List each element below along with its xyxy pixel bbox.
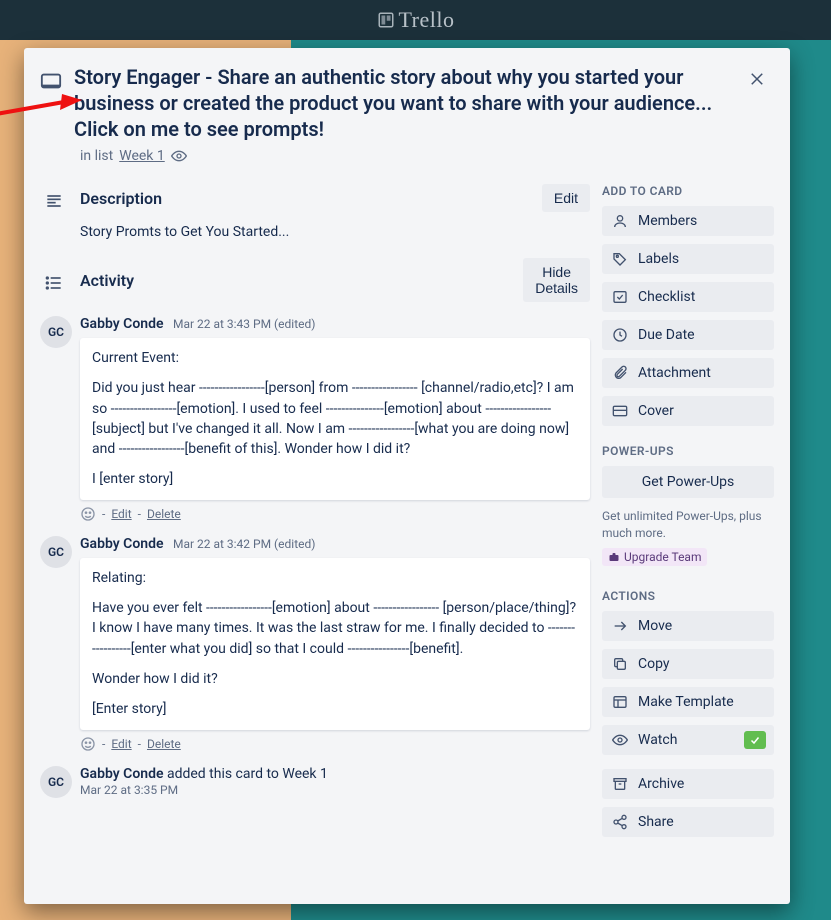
archive-icon (612, 776, 628, 792)
edit-comment-link[interactable]: Edit (111, 737, 131, 751)
description-icon (44, 191, 64, 211)
card-title[interactable]: Story Engager - Share an authentic story… (74, 64, 738, 142)
members-button[interactable]: Members (602, 206, 774, 236)
share-icon (612, 814, 628, 830)
description-text[interactable]: Story Promts to Get You Started... (80, 224, 590, 240)
attachment-button[interactable]: Attachment (602, 358, 774, 388)
delete-comment-link[interactable]: Delete (147, 737, 181, 751)
avatar[interactable]: GC (40, 316, 72, 348)
log-time[interactable]: Mar 22 at 3:35 PM (80, 783, 178, 797)
edit-description-button[interactable]: Edit (542, 184, 590, 212)
log-action: added this card to Week 1 (163, 766, 327, 782)
archive-button[interactable]: Archive (602, 769, 774, 799)
activity-comment: GC Gabby Conde Mar 22 at 3:42 PM (edited… (40, 536, 590, 752)
edit-comment-link[interactable]: Edit (111, 507, 131, 521)
powerups-note: Get unlimited Power-Ups, plus much more. (602, 508, 774, 542)
card-icon (40, 70, 62, 92)
activity-icon (44, 273, 64, 293)
checklist-button[interactable]: Checklist (602, 282, 774, 312)
watching-badge (744, 731, 766, 749)
description-heading: Description (80, 189, 530, 208)
app-header: Trello (0, 0, 831, 40)
reaction-icon[interactable] (80, 736, 96, 752)
move-button[interactable]: Move (602, 611, 774, 641)
powerups-heading: Power-Ups (602, 444, 774, 458)
make-template-button[interactable]: Make Template (602, 687, 774, 717)
comment-author[interactable]: Gabby Conde (80, 536, 163, 552)
due-date-button[interactable]: Due Date (602, 320, 774, 350)
comment-body[interactable]: Current Event: Did you just hear -------… (80, 338, 590, 500)
arrow-right-icon (612, 618, 628, 634)
hide-details-button[interactable]: Hide Details (523, 258, 590, 302)
upgrade-team-button[interactable]: Upgrade Team (602, 548, 707, 566)
attachment-icon (612, 365, 628, 381)
board-icon (377, 11, 395, 29)
cover-icon (612, 403, 628, 419)
list-link[interactable]: Week 1 (119, 148, 165, 164)
actions-heading: Actions (602, 589, 774, 603)
briefcase-icon (608, 551, 620, 563)
copy-icon (612, 656, 628, 672)
comment-time[interactable]: Mar 22 at 3:42 PM (edited) (173, 537, 315, 551)
clock-icon (612, 327, 628, 343)
tag-icon (612, 251, 628, 267)
comment-body[interactable]: Relating: Have you ever felt -----------… (80, 558, 590, 730)
comment-time[interactable]: Mar 22 at 3:43 PM (edited) (173, 317, 315, 331)
activity-log: GC Gabby Conde added this card to Week 1… (40, 766, 590, 798)
avatar[interactable]: GC (40, 536, 72, 568)
labels-button[interactable]: Labels (602, 244, 774, 274)
close-button[interactable] (744, 66, 770, 96)
template-icon (612, 694, 628, 710)
trello-logo: Trello (377, 7, 455, 33)
checklist-icon (612, 289, 628, 305)
cover-button[interactable]: Cover (602, 396, 774, 426)
check-icon (749, 734, 761, 746)
reaction-icon[interactable] (80, 506, 96, 522)
log-author[interactable]: Gabby Conde (80, 766, 163, 782)
activity-comment: GC Gabby Conde Mar 22 at 3:43 PM (edited… (40, 316, 590, 522)
activity-heading: Activity (80, 271, 511, 290)
eye-icon (171, 148, 187, 164)
delete-comment-link[interactable]: Delete (147, 507, 181, 521)
copy-button[interactable]: Copy (602, 649, 774, 679)
share-button[interactable]: Share (602, 807, 774, 837)
card-modal: Story Engager - Share an authentic story… (24, 48, 790, 904)
logo-text: Trello (399, 7, 455, 33)
get-powerups-button[interactable]: Get Power-Ups (602, 466, 774, 498)
add-to-card-heading: Add to card (602, 184, 774, 198)
watch-button[interactable]: Watch (602, 725, 774, 755)
eye-icon (612, 732, 628, 748)
close-icon (748, 70, 766, 88)
comment-author[interactable]: Gabby Conde (80, 316, 163, 332)
person-icon (612, 213, 628, 229)
card-list-subline: in list Week 1 (80, 148, 774, 164)
avatar[interactable]: GC (40, 766, 72, 798)
